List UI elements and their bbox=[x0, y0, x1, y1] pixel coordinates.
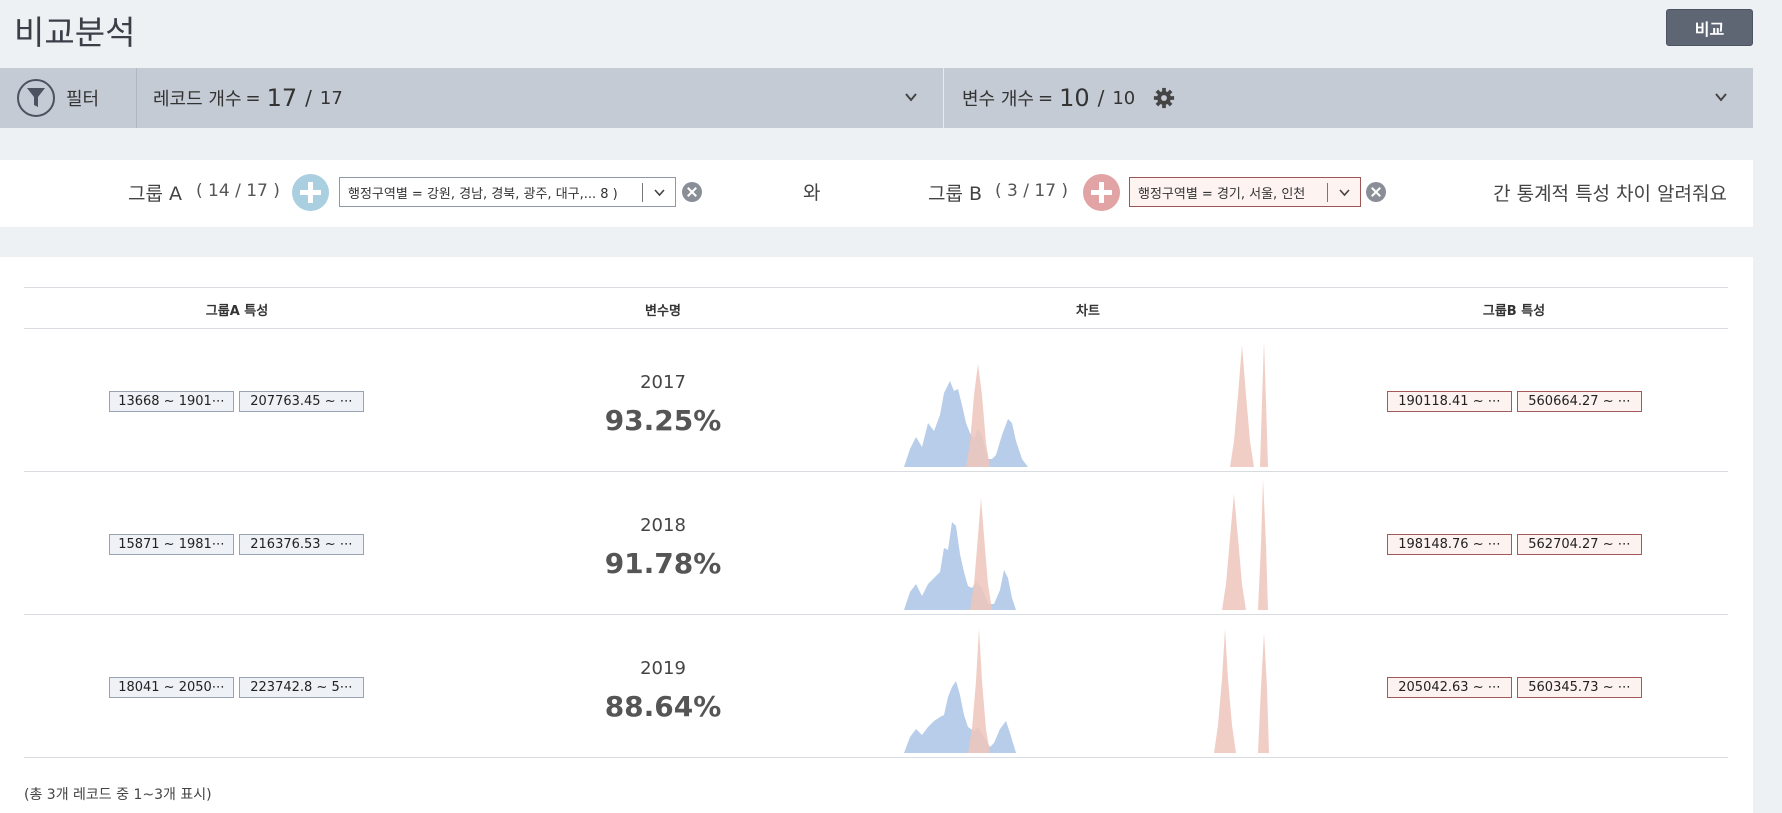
condition-divider bbox=[642, 183, 643, 202]
distribution-chart bbox=[904, 479, 1268, 610]
table-header: 그룹A 특성 변수명 차트 그룹B 특성 bbox=[24, 287, 1728, 329]
group-a-count: ( 14 / 17 ) bbox=[196, 181, 280, 201]
record-count-slash: / bbox=[305, 86, 312, 110]
group-b-condition-text: 행정구역별 = 경기, 서울, 인천 bbox=[1138, 186, 1306, 202]
filter-toggle[interactable]: 필터 bbox=[0, 68, 137, 128]
group-b-clear-icon[interactable] bbox=[1366, 182, 1386, 202]
group-b-density bbox=[970, 498, 992, 610]
chevron-down-icon[interactable] bbox=[904, 90, 918, 104]
group-a-density bbox=[904, 381, 1028, 467]
group-b-chip[interactable]: 562704.27 ~ ⋯ bbox=[1517, 534, 1642, 555]
gear-icon[interactable] bbox=[1153, 87, 1175, 109]
record-count-total: 17 bbox=[319, 87, 343, 109]
group-b-density bbox=[1214, 629, 1236, 753]
group-a-density bbox=[904, 522, 1016, 610]
column-header: 그룹A 특성 bbox=[205, 304, 269, 319]
condition-divider bbox=[1327, 183, 1328, 202]
variable-count-label: 변수 개수 bbox=[962, 89, 1034, 110]
distribution-chart bbox=[904, 341, 1268, 467]
column-header: 차트 bbox=[1076, 304, 1100, 319]
filter-label: 필터 bbox=[66, 89, 100, 110]
column-header: 그룹B 특성 bbox=[1482, 304, 1546, 319]
table-row[interactable]: 18041 ~ 2050⋯ 223742.8 ~ 5⋯ 2019 88.64% … bbox=[24, 615, 1728, 758]
variable-count-eq: = bbox=[1037, 87, 1054, 109]
connector-text: 와 bbox=[803, 182, 821, 204]
group-b-chip[interactable]: 560664.27 ~ ⋯ bbox=[1517, 391, 1642, 412]
group-a-clear-icon[interactable] bbox=[682, 182, 702, 202]
group-a-label: 그룹 A bbox=[128, 183, 182, 205]
comparison-table: 그룹A 특성 변수명 차트 그룹B 특성 13668 ~ 1901⋯ 20776… bbox=[24, 287, 1728, 758]
page-title: 비교분석 bbox=[14, 13, 136, 52]
group-b-label: 그룹 B bbox=[928, 183, 983, 205]
record-count-label: 레코드 개수 bbox=[153, 89, 242, 110]
group-a-chip[interactable]: 223742.8 ~ 5⋯ bbox=[239, 677, 364, 698]
group-a-condition-text: 행정구역별 = 강원, 경남, 경북, 광주, 대구,... 8 ) bbox=[348, 186, 618, 202]
group-b-density bbox=[1222, 494, 1246, 610]
chevron-down-icon[interactable] bbox=[1339, 187, 1350, 198]
record-count-current: 17 bbox=[266, 84, 298, 112]
variable-count-dropdown[interactable]: 변수 개수 = 10 / 10 bbox=[946, 68, 1753, 128]
group-comparison-bar: 그룹 A ( 14 / 17 ) 행정구역별 = 강원, 경남, 경북, 광주,… bbox=[0, 160, 1753, 227]
group-b-density bbox=[1258, 479, 1268, 610]
group-b-density bbox=[1258, 633, 1269, 753]
chevron-down-icon[interactable] bbox=[1714, 90, 1728, 104]
group-a-chip[interactable]: 18041 ~ 2050⋯ bbox=[109, 677, 234, 698]
group-b-add-button[interactable] bbox=[1083, 174, 1120, 211]
group-a-density bbox=[904, 681, 1016, 753]
record-count-eq: = bbox=[245, 87, 261, 109]
group-a-condition-select[interactable]: 행정구역별 = 강원, 경남, 경북, 광주, 대구,... 8 ) bbox=[339, 177, 676, 207]
table-footer: (총 3개 레코드 중 1~3개 표시) bbox=[24, 787, 212, 803]
group-b-density bbox=[1260, 341, 1268, 467]
record-count-dropdown[interactable]: 레코드 개수 = 17 / 17 bbox=[137, 68, 944, 128]
group-b-chip[interactable]: 205042.63 ~ ⋯ bbox=[1387, 677, 1512, 698]
group-b-density bbox=[968, 629, 990, 753]
funnel-icon bbox=[17, 79, 55, 117]
group-a-chip[interactable]: 216376.53 ~ ⋯ bbox=[239, 534, 364, 555]
variable-count-slash: / bbox=[1097, 86, 1105, 110]
table-row[interactable]: 15871 ~ 1981⋯ 216376.53 ~ ⋯ 2018 91.78% … bbox=[24, 472, 1728, 615]
group-a-chip[interactable]: 207763.45 ~ ⋯ bbox=[239, 391, 364, 412]
group-b-density bbox=[1230, 345, 1254, 467]
variable-count-current: 10 bbox=[1059, 84, 1090, 112]
query-suffix-text: 간 통계적 특성 차이 알려줘요 bbox=[1493, 183, 1727, 205]
results-panel: 그룹A 특성 변수명 차트 그룹B 특성 13668 ~ 1901⋯ 20776… bbox=[0, 257, 1753, 813]
group-a-chip[interactable]: 15871 ~ 1981⋯ bbox=[109, 534, 234, 555]
group-a-chip[interactable]: 13668 ~ 1901⋯ bbox=[109, 391, 234, 412]
group-b-condition-select[interactable]: 행정구역별 = 경기, 서울, 인천 bbox=[1129, 177, 1361, 207]
compare-button[interactable]: 비교 bbox=[1666, 9, 1753, 46]
group-b-chip[interactable]: 560345.73 ~ ⋯ bbox=[1517, 677, 1642, 698]
distribution-chart bbox=[904, 629, 1269, 753]
column-header: 변수명 bbox=[645, 304, 681, 319]
table-row[interactable]: 13668 ~ 1901⋯ 207763.45 ~ ⋯ 2017 93.25% … bbox=[24, 329, 1728, 472]
group-b-count: ( 3 / 17 ) bbox=[995, 181, 1069, 201]
group-a-add-button[interactable] bbox=[292, 174, 329, 211]
chevron-down-icon[interactable] bbox=[654, 187, 665, 198]
group-b-density bbox=[966, 364, 990, 467]
variable-count-total: 10 bbox=[1112, 87, 1136, 109]
filter-bar: 필터 레코드 개수 = 17 / 17 변수 개수 = 10 / 10 bbox=[0, 68, 1753, 128]
group-b-chip[interactable]: 198148.76 ~ ⋯ bbox=[1387, 534, 1512, 555]
group-b-chip[interactable]: 190118.41 ~ ⋯ bbox=[1387, 391, 1512, 412]
